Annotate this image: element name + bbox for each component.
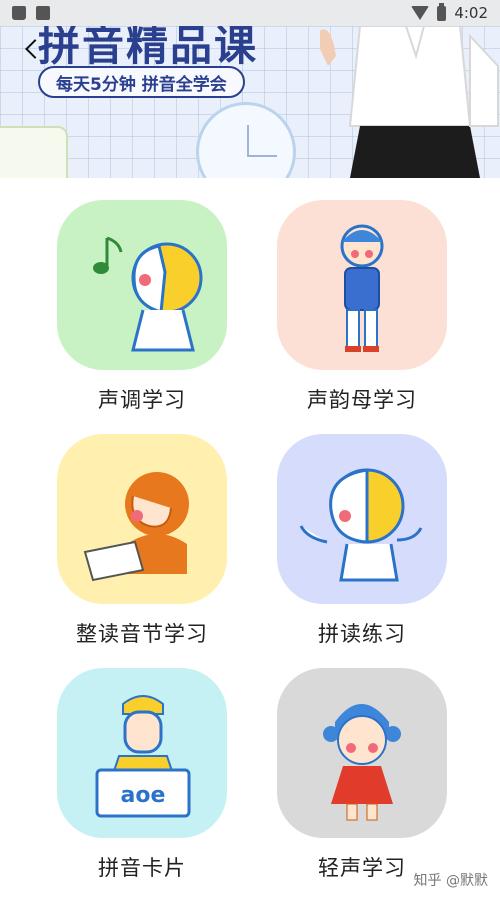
tile-pinyin-cards[interactable]: aoe 拼音卡片 <box>42 668 242 882</box>
tile-label: 拼读练习 <box>318 622 406 646</box>
watermark: 知乎 @默默 <box>413 873 488 889</box>
card-text: aoe <box>121 783 166 808</box>
child-writing-icon <box>57 434 227 604</box>
status-time: 4:02 <box>454 4 488 22</box>
tile-label: 声调学习 <box>98 388 186 412</box>
banner-card-decoration <box>0 126 68 178</box>
status-bar: 4:02 <box>0 0 500 26</box>
boy-standing-icon <box>277 200 447 370</box>
notification-square-icon <box>36 6 50 20</box>
tile-label: 拼音卡片 <box>98 856 186 880</box>
tile-tone-learning[interactable]: 声调学习 <box>42 200 242 414</box>
tile-label: 轻声学习 <box>318 856 406 880</box>
tile-label: 声韵母学习 <box>307 388 417 412</box>
battery-icon <box>437 2 447 21</box>
tile-neutral-tone-learning[interactable]: 轻声学习 <box>262 668 462 882</box>
girl-dancing-icon <box>277 668 447 838</box>
wifi-icon <box>411 6 430 20</box>
banner-subtitle: 每天5分钟 拼音全学会 <box>38 66 245 98</box>
clock-icon <box>196 102 296 178</box>
teacher-illustration <box>320 26 499 178</box>
child-waving-icon <box>277 434 447 604</box>
course-banner[interactable]: 拼音精品课 每天5分钟 拼音全学会 <box>0 26 500 178</box>
tile-initials-finals-learning[interactable]: 声韵母学习 <box>262 200 462 414</box>
notification-bag-icon <box>12 6 26 20</box>
tile-label: 整读音节学习 <box>76 622 208 646</box>
tile-spelling-practice[interactable]: 拼读练习 <box>262 434 462 648</box>
boy-holding-card-icon: aoe <box>57 668 227 838</box>
tile-whole-syllable-learning[interactable]: 整读音节学习 <box>42 434 242 648</box>
child-singing-icon <box>57 200 227 370</box>
